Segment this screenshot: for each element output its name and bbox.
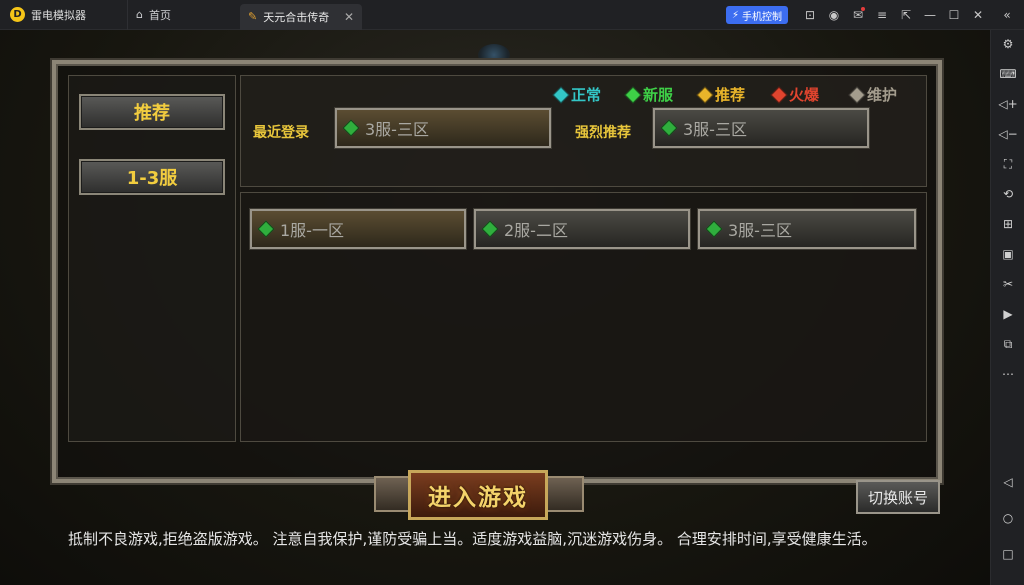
gem-icon: [705, 220, 723, 238]
phone-control-label: 手机控制: [742, 11, 782, 23]
gem-icon: [552, 86, 570, 103]
legend-recommend: 推荐: [696, 84, 746, 105]
minimize-icon[interactable]: —: [918, 0, 942, 30]
record-icon[interactable]: ▶: [991, 302, 1024, 326]
gem-icon: [770, 86, 788, 103]
gem-icon: [848, 86, 866, 103]
window-restore-icon[interactable]: ⇱: [894, 0, 918, 30]
screenshot-icon[interactable]: ⛶: [991, 152, 1024, 176]
keyboard-icon[interactable]: ⌨: [991, 62, 1024, 86]
add-apk-icon[interactable]: ⊞: [991, 212, 1024, 236]
recent-apps-icon[interactable]: □: [991, 542, 1024, 566]
server-1-button[interactable]: 1服-一区: [249, 208, 467, 250]
emulator-logo-icon: D: [10, 7, 25, 22]
game-app-icon: ✎: [248, 10, 258, 23]
user-icon[interactable]: ◉: [822, 0, 846, 30]
home-icon: ⌂: [136, 8, 143, 21]
close-icon[interactable]: ✕: [966, 0, 990, 30]
mail-icon[interactable]: ✉: [846, 0, 870, 30]
apk-icon[interactable]: ▣: [991, 242, 1024, 266]
server-list-panel: 1服-一区 2服-二区 3服-三区: [240, 192, 927, 442]
legend-new: 新服: [624, 84, 674, 105]
volume-down-icon[interactable]: ◁−: [991, 122, 1024, 146]
server-name: 3服-三区: [728, 221, 792, 240]
server-select-frame: 推荐 1-3服 正常 新服 推荐 火爆 维护 最近登录 3服-三区 强烈推荐 3…: [50, 58, 944, 485]
gem-icon: [660, 119, 678, 137]
sync-icon[interactable]: ⟲: [991, 182, 1024, 206]
more-icon[interactable]: ⋯: [991, 362, 1024, 386]
settings-icon[interactable]: ⚙: [991, 32, 1024, 56]
game-screen: 推荐 1-3服 正常 新服 推荐 火爆 维护 最近登录 3服-三区 强烈推荐 3…: [0, 30, 990, 585]
server-group-panel: 推荐 1-3服: [68, 75, 236, 442]
tab-close-icon[interactable]: ✕: [344, 10, 354, 24]
strong-recommend-label: 强烈推荐: [575, 125, 631, 141]
legend-label: 维护: [867, 86, 898, 104]
server-name: 1服-一区: [280, 221, 344, 240]
recent-login-label: 最近登录: [253, 125, 309, 141]
legend-maintenance: 维护: [848, 84, 898, 105]
game-tab-label: 天元合击传奇: [263, 10, 330, 24]
home-nav-icon[interactable]: ○: [991, 506, 1024, 530]
gem-icon: [624, 86, 642, 103]
back-icon[interactable]: ◁: [991, 470, 1024, 494]
legend-label: 正常: [571, 86, 602, 104]
legend-label: 火爆: [789, 86, 820, 104]
gem-icon: [481, 220, 499, 238]
gem-icon: [257, 220, 275, 238]
tab-recommend[interactable]: 推荐: [79, 94, 225, 130]
recommend-server-button[interactable]: 3服-三区: [652, 107, 870, 149]
server-3-button[interactable]: 3服-三区: [697, 208, 917, 250]
recent-server-panel: 正常 新服 推荐 火爆 维护 最近登录 3服-三区 强烈推荐 3服-三区: [240, 75, 927, 187]
collapse-icon[interactable]: «: [990, 0, 1024, 30]
phone-control-button[interactable]: ⚡ 手机控制: [725, 6, 788, 24]
enter-game-label: 进入游戏: [408, 470, 548, 520]
tab-game[interactable]: ✎ 天元合击传奇 ✕: [240, 3, 362, 30]
volume-up-icon[interactable]: ◁+: [991, 92, 1024, 116]
multi-instance-icon[interactable]: ⧉: [991, 332, 1024, 356]
app-logo[interactable]: D 雷电模拟器: [0, 0, 128, 30]
tab-servers-1-3[interactable]: 1-3服: [79, 159, 225, 195]
lightning-icon: ⚡: [731, 9, 739, 21]
legend-hot: 火爆: [770, 84, 820, 105]
enter-game-button[interactable]: 进入游戏: [374, 470, 584, 522]
gem-icon: [342, 119, 360, 137]
scissors-icon[interactable]: ✂: [991, 272, 1024, 296]
gem-icon: [696, 86, 714, 103]
menu-icon[interactable]: ≡: [870, 0, 894, 30]
server-name: 3服-三区: [683, 120, 747, 139]
notification-dot: [861, 7, 865, 11]
recent-server-button[interactable]: 3服-三区: [334, 107, 552, 149]
legend-label: 推荐: [715, 86, 746, 104]
server-name: 2服-二区: [504, 221, 568, 240]
legend-label: 新服: [643, 86, 674, 104]
health-notice: 抵制不良游戏,拒绝盗版游戏。 注意自我保护,谨防受骗上当。适度游戏益脑,沉迷游戏…: [68, 530, 877, 548]
server-2-button[interactable]: 2服-二区: [473, 208, 691, 250]
right-toolbar: ⚙ ⌨ ◁+ ◁− ⛶ ⟲ ⊞ ▣ ✂ ▶ ⧉ ⋯ ◁ ○ □: [990, 30, 1024, 585]
title-bar: D 雷电模拟器 ⌂ 首页 ✎ 天元合击传奇 ✕ ⚡ 手机控制 ⊡ ◉ ✉ ≡ ⇱…: [0, 0, 1024, 30]
app-name: 雷电模拟器: [31, 8, 86, 22]
server-name: 3服-三区: [365, 120, 429, 139]
gamepad-icon[interactable]: ⊡: [798, 0, 822, 30]
switch-account-button[interactable]: 切换账号: [856, 480, 940, 514]
legend-normal: 正常: [552, 84, 602, 105]
tab-home[interactable]: ⌂ 首页: [128, 0, 240, 30]
home-tab-label: 首页: [148, 8, 171, 22]
maximize-icon[interactable]: ☐: [942, 0, 966, 30]
